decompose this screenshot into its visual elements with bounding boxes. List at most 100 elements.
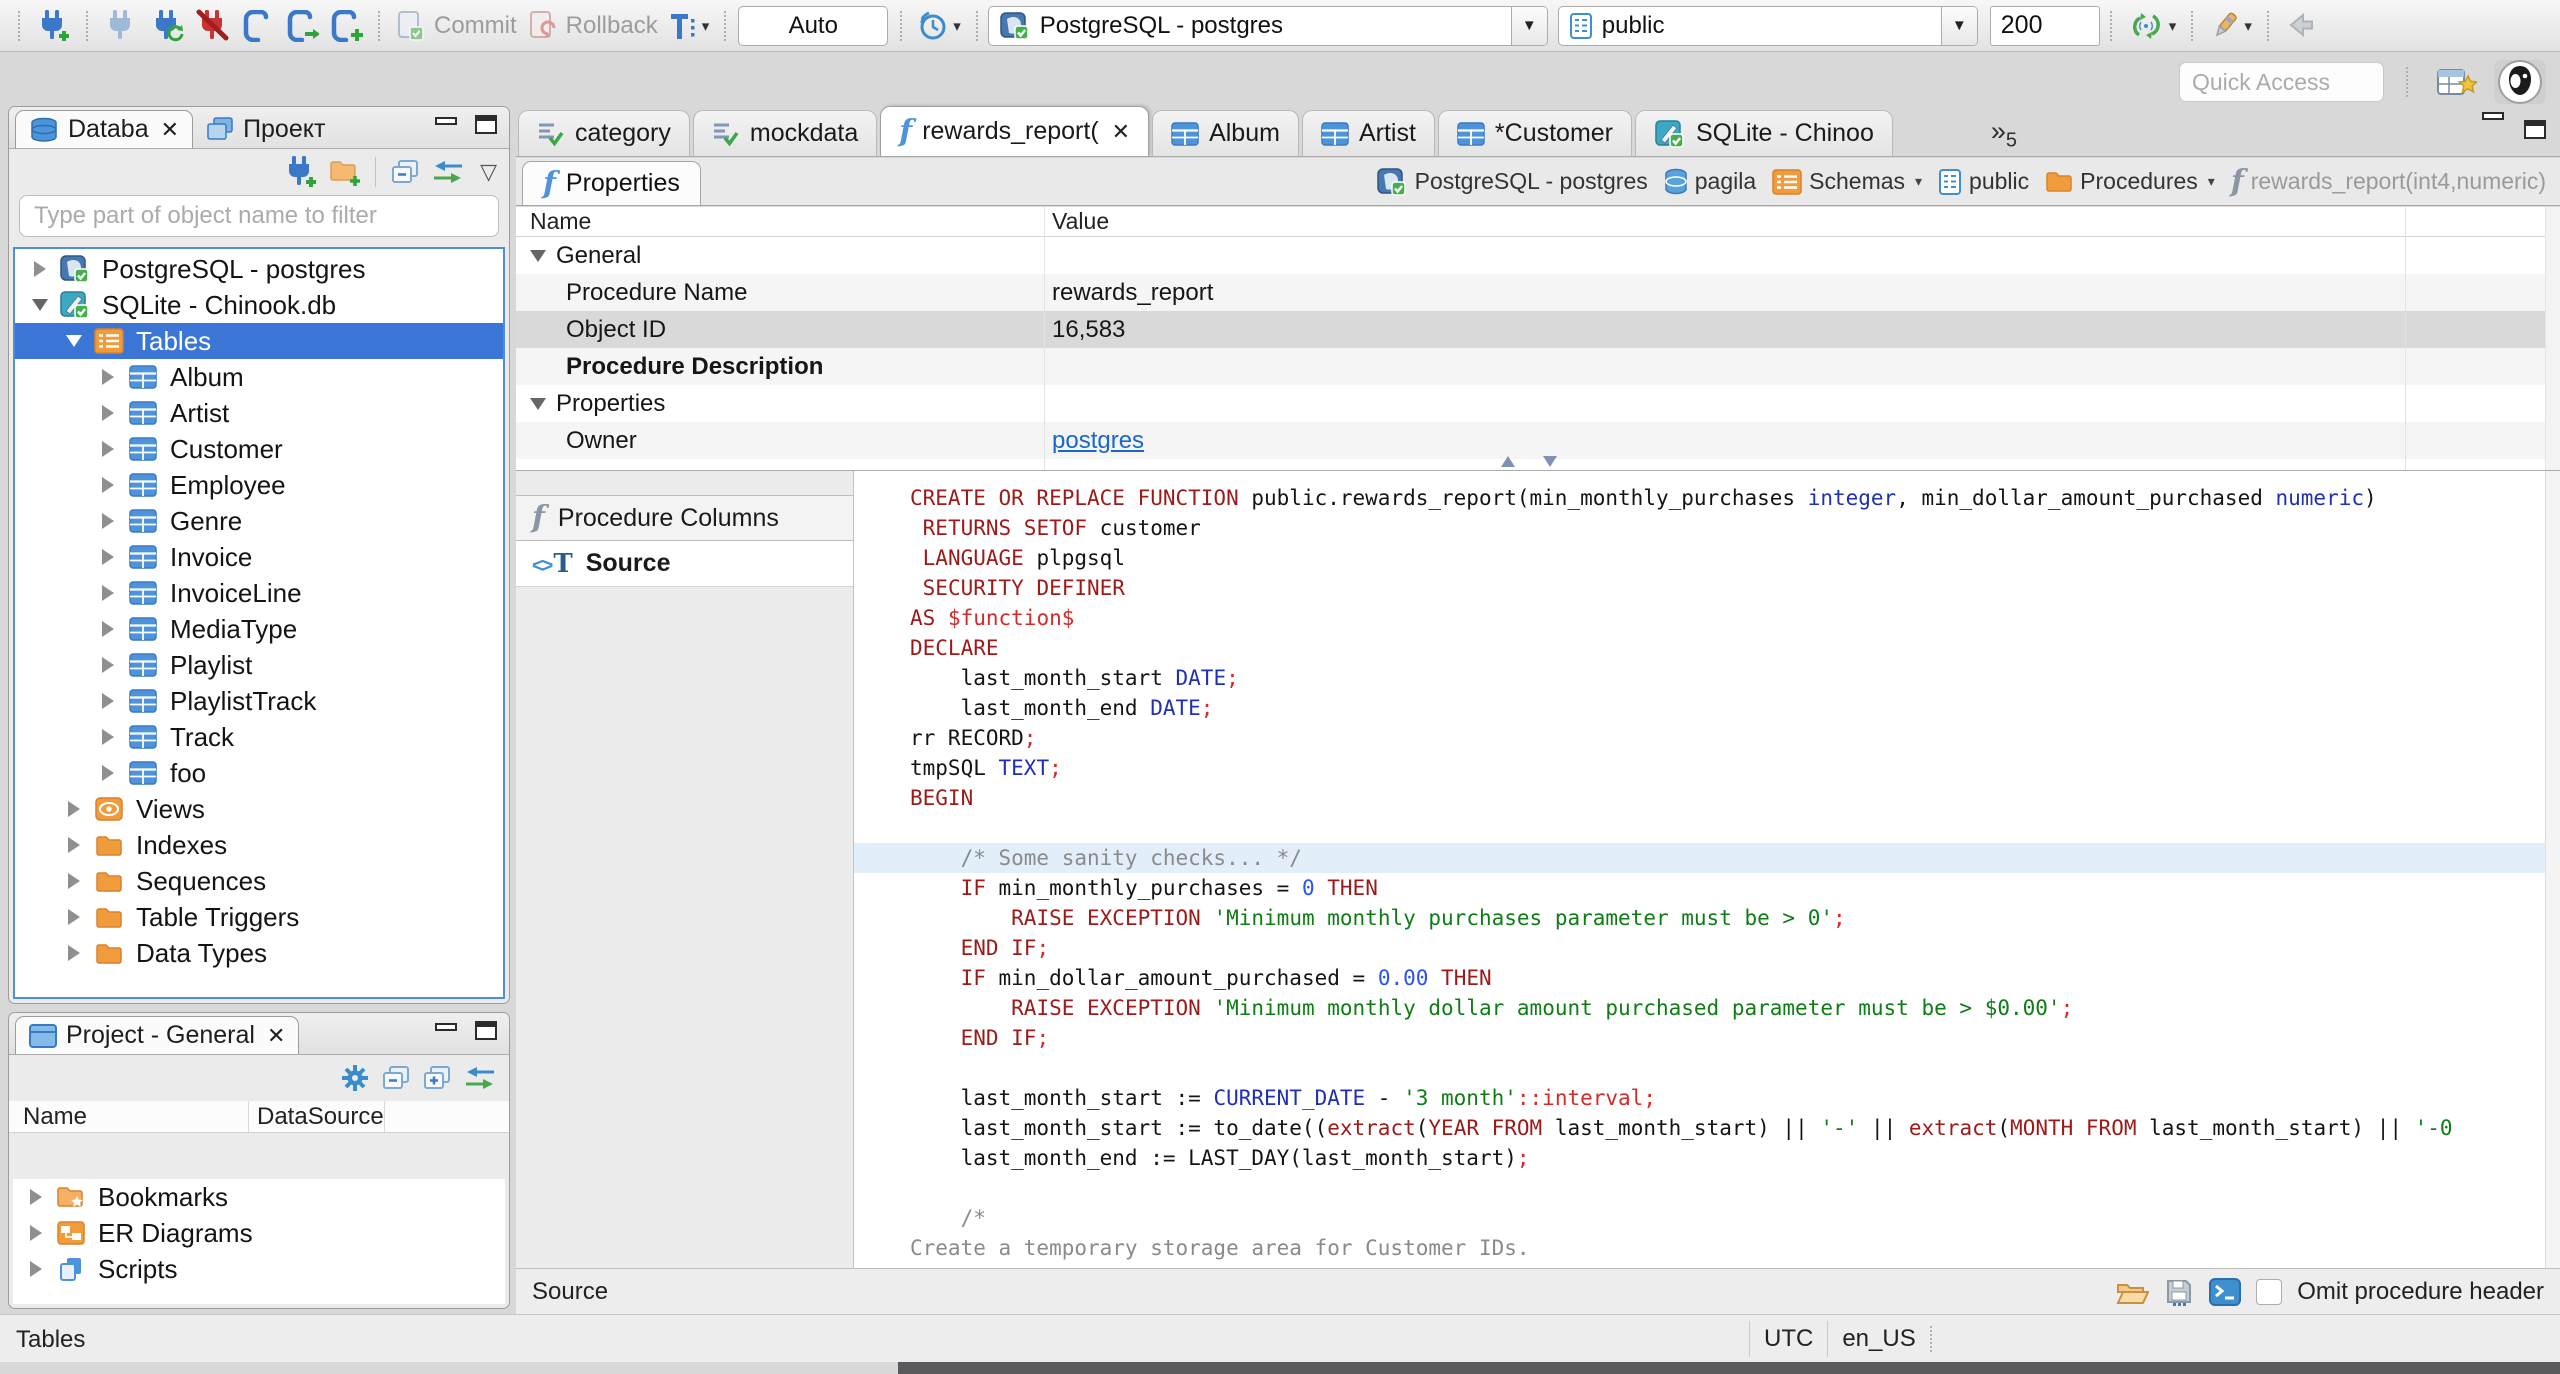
tree-item-invoice[interactable]: Invoice: [15, 539, 503, 575]
object-filter-input[interactable]: [19, 195, 499, 237]
property-row-procedure-description[interactable]: Procedure Description: [516, 348, 2560, 385]
tree-item-genre[interactable]: Genre: [15, 503, 503, 539]
chevron-right-icon[interactable]: [97, 513, 119, 529]
expand-all-button[interactable]: [422, 1064, 452, 1092]
transaction-history-button[interactable]: ▾: [912, 4, 966, 48]
property-row-general[interactable]: General: [516, 237, 2560, 274]
chevron-down-icon[interactable]: [63, 335, 85, 347]
chevron-right-icon[interactable]: [97, 405, 119, 421]
open-perspective-button[interactable]: [2430, 60, 2482, 104]
breadcrumb-item-public[interactable]: public: [1938, 168, 2029, 196]
chevron-right-icon[interactable]: [97, 585, 119, 601]
rollback-button[interactable]: Rollback: [522, 4, 663, 48]
scrollbar[interactable]: [2545, 207, 2560, 470]
editor-tab-album[interactable]: Album: [1152, 110, 1299, 156]
column-divider[interactable]: [2405, 207, 2406, 470]
tab-overflow-chip[interactable]: »5: [1991, 116, 2017, 152]
tree-item-employee[interactable]: Employee: [15, 467, 503, 503]
breadcrumb-item-schemas[interactable]: Schemas ▾: [1772, 168, 1922, 195]
tree-item-customer[interactable]: Customer: [15, 431, 503, 467]
chevron-right-icon[interactable]: [25, 1189, 47, 1205]
scrollbar[interactable]: [2545, 471, 2560, 1268]
chevron-right-icon[interactable]: [97, 693, 119, 709]
settings-gear-button[interactable]: [340, 1063, 370, 1093]
save-to-file-button[interactable]: [2164, 1277, 2194, 1307]
source-code-viewer[interactable]: CREATE OR REPLACE FUNCTION public.reward…: [854, 471, 2545, 1268]
tree-item-track[interactable]: Track: [15, 719, 503, 755]
open-sql-script-button[interactable]: [280, 4, 324, 48]
editor-tab-rewards-report[interactable]: f rewards_report(✕: [880, 106, 1150, 156]
chevron-right-icon[interactable]: [63, 837, 85, 853]
dbeaver-perspective-button[interactable]: [2494, 60, 2546, 104]
commit-button[interactable]: Commit: [390, 4, 522, 48]
chevron-right-icon[interactable]: [25, 1261, 47, 1277]
property-value-link[interactable]: postgres: [1052, 427, 1144, 455]
editor-tab-category[interactable]: category: [518, 110, 690, 156]
tab-properties[interactable]: f Properties: [522, 161, 701, 205]
minimize-icon[interactable]: [435, 116, 457, 125]
sql-editor-button[interactable]: [236, 4, 280, 48]
tab-projects[interactable]: Проект: [193, 110, 338, 148]
link-with-editor-button[interactable]: [431, 159, 465, 185]
minimize-icon[interactable]: [2482, 112, 2504, 120]
timezone-label[interactable]: UTC: [1764, 1325, 1813, 1353]
quick-access-input[interactable]: [2179, 62, 2384, 102]
editor-tab-mockdata[interactable]: mockdata: [692, 110, 878, 156]
active-database-combo[interactable]: PostgreSQL - postgres ▼: [987, 5, 1548, 46]
tree-item-invoiceline[interactable]: InvoiceLine: [15, 575, 503, 611]
maximize-icon[interactable]: [2524, 120, 2546, 139]
tree-item-foo[interactable]: foo: [15, 755, 503, 791]
reconnect-button[interactable]: [144, 4, 190, 48]
column-header-name[interactable]: Name: [516, 208, 1044, 235]
property-row-properties[interactable]: Properties: [516, 385, 2560, 422]
column-header-datasource[interactable]: DataSource: [249, 1101, 385, 1132]
combo-dropdown-button[interactable]: ▼: [1510, 6, 1547, 45]
chevron-right-icon[interactable]: [63, 945, 85, 961]
editor-tab-sqlite-chinoo[interactable]: SQLite - Chinoo: [1635, 110, 1893, 156]
close-icon[interactable]: ✕: [1112, 119, 1130, 145]
mock-data-button[interactable]: ▾: [2203, 4, 2257, 48]
disconnect-button[interactable]: [190, 4, 236, 48]
chevron-right-icon[interactable]: [97, 729, 119, 745]
dropdown-arrow-icon[interactable]: ▾: [2208, 173, 2215, 190]
chevron-right-icon[interactable]: [97, 441, 119, 457]
chevron-right-icon[interactable]: [63, 873, 85, 889]
open-in-sql-console-button[interactable]: [2209, 1277, 2242, 1307]
breadcrumb-item-pagila[interactable]: pagila: [1664, 168, 1756, 196]
tree-item-postgresql-postgres[interactable]: PostgreSQL - postgres: [15, 251, 503, 287]
fetch-size-input[interactable]: [1989, 5, 2100, 46]
subtab-procedure-columns[interactable]: f Procedure Columns: [516, 495, 853, 541]
property-row-owner[interactable]: Owner postgres: [516, 422, 2560, 459]
tree-item-views[interactable]: Views: [15, 791, 503, 827]
locale-label[interactable]: en_US: [1842, 1325, 1915, 1353]
column-divider[interactable]: [1044, 207, 1045, 470]
chevron-down-icon[interactable]: [530, 397, 546, 410]
new-connection-button[interactable]: [30, 4, 76, 48]
chevron-right-icon[interactable]: [29, 261, 51, 277]
connect-button[interactable]: [98, 4, 144, 48]
tab-database-navigator[interactable]: Databa ✕: [15, 110, 194, 148]
project-item-er-diagrams[interactable]: ER Diagrams: [13, 1215, 505, 1251]
chevron-down-icon[interactable]: [29, 299, 51, 311]
splitter-collapse-arrows[interactable]: [1501, 456, 1557, 467]
chevron-right-icon[interactable]: [63, 909, 85, 925]
view-menu-button[interactable]: ▽: [480, 159, 497, 185]
tree-item-sqlite-chinook-db[interactable]: SQLite - Chinook.db: [15, 287, 503, 323]
chevron-right-icon[interactable]: [63, 801, 85, 817]
maximize-icon[interactable]: [475, 1021, 497, 1040]
chevron-right-icon[interactable]: [97, 477, 119, 493]
close-icon[interactable]: ✕: [267, 1023, 285, 1049]
new-sql-editor-button[interactable]: [324, 4, 368, 48]
editor-tab-artist[interactable]: Artist: [1301, 110, 1435, 156]
tree-item-tables[interactable]: Tables: [15, 323, 503, 359]
minimize-icon[interactable]: [435, 1022, 457, 1031]
dropdown-arrow-icon[interactable]: ▾: [1915, 173, 1922, 190]
maximize-icon[interactable]: [475, 115, 497, 134]
subtab-source[interactable]: <>T Source: [516, 541, 853, 587]
tree-item-data-types[interactable]: Data Types: [15, 935, 503, 971]
chevron-right-icon[interactable]: [97, 621, 119, 637]
property-row-object-id[interactable]: Object ID 16,583: [516, 311, 2560, 348]
back-button[interactable]: [2279, 4, 2323, 48]
link-with-editor-button[interactable]: [463, 1065, 497, 1091]
column-header-name[interactable]: Name: [9, 1101, 249, 1132]
